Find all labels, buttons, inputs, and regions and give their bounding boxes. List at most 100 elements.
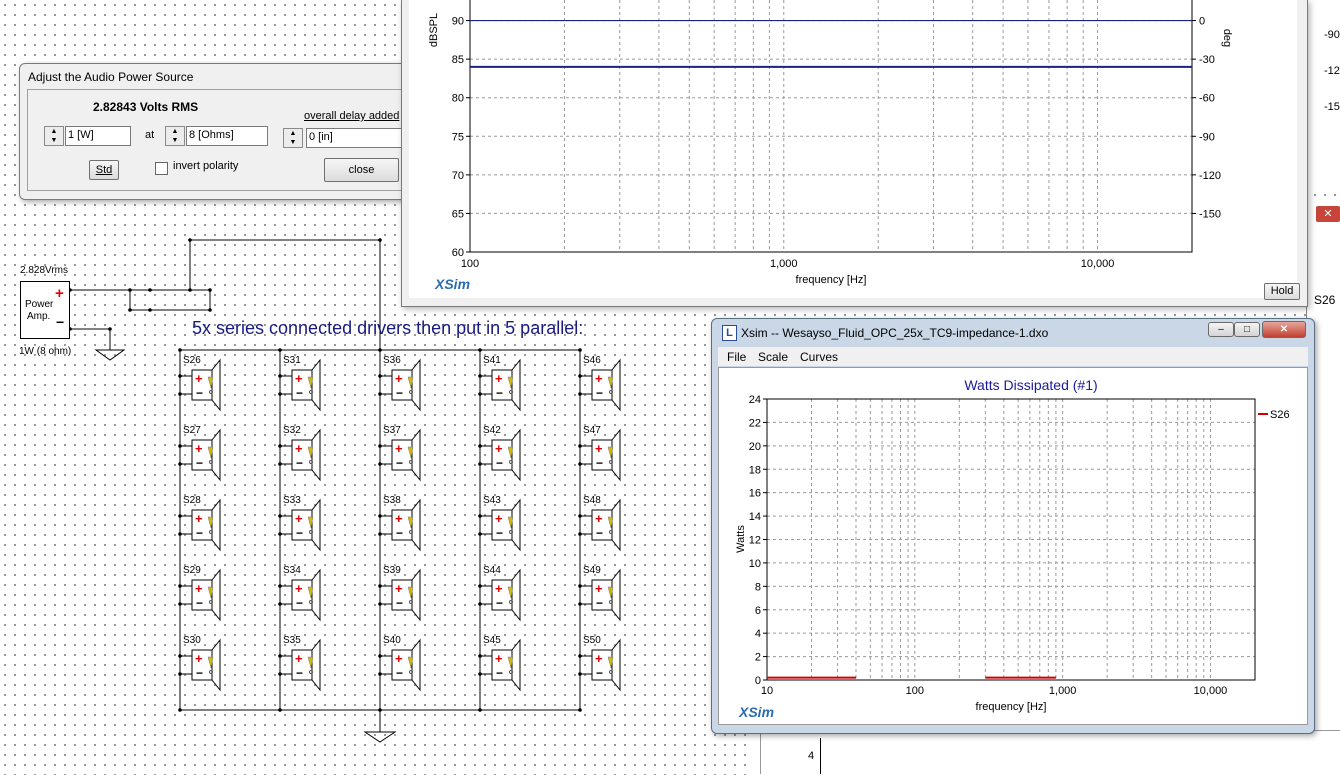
- driver-cone: [611, 638, 621, 692]
- brand-logo: XSim: [738, 704, 774, 720]
- junction-dot: [278, 532, 282, 536]
- driver-cone: [311, 568, 321, 622]
- y2-tick-label: -30: [1199, 54, 1215, 66]
- driver-plus: +: [495, 651, 503, 666]
- power-amp[interactable]: Power Amp. + −: [20, 281, 70, 339]
- amp-label: Power: [25, 299, 54, 310]
- driver-cone: [611, 498, 621, 552]
- junction-dot: [478, 462, 482, 466]
- y-tick-label: 14: [749, 511, 761, 523]
- junction-dot: [378, 514, 382, 518]
- junction-dot: [578, 584, 582, 588]
- driver-minus: −: [596, 526, 603, 540]
- driver-label: S31: [283, 355, 301, 366]
- junction-dot: [378, 602, 382, 606]
- driver-cone: [611, 568, 621, 622]
- driver-minus: −: [496, 666, 503, 680]
- junction-dot: [178, 672, 182, 676]
- driver-plus: +: [295, 371, 303, 386]
- driver-minus: −: [596, 596, 603, 610]
- driver-label: S36: [383, 355, 401, 366]
- close-button[interactable]: close: [324, 158, 399, 182]
- junction-dot: [148, 308, 152, 312]
- junction-dot: [278, 374, 282, 378]
- y-tick-label: 2: [755, 652, 761, 664]
- delay-spinner[interactable]: ▲ ▼: [283, 128, 303, 148]
- junction-dot: [178, 374, 182, 378]
- driver-label: S41: [483, 355, 501, 366]
- junction-dot: [278, 514, 282, 518]
- driver-plus: +: [295, 651, 303, 666]
- junction-dot: [478, 672, 482, 676]
- driver-S29: +−: [191, 568, 221, 622]
- y-tick-label: 4: [755, 628, 761, 640]
- junction-dot: [178, 532, 182, 536]
- driver-S37: +−: [391, 428, 421, 482]
- driver-cone: [211, 638, 221, 692]
- driver-label: S29: [183, 565, 201, 576]
- driver-minus: −: [496, 596, 503, 610]
- power-spinner[interactable]: ▲ ▼: [44, 126, 64, 146]
- driver-S30: +−: [191, 638, 221, 692]
- x-tick-label: 1,000: [1049, 685, 1077, 697]
- junction-dot: [278, 672, 282, 676]
- driver-plus: +: [395, 441, 403, 456]
- driver-minus: −: [496, 386, 503, 400]
- power-input[interactable]: 1 [W]: [65, 126, 131, 146]
- junction-dot: [578, 374, 582, 378]
- ground-symbol: [363, 731, 397, 743]
- amp-minus-terminal: −: [56, 314, 65, 330]
- delay-input[interactable]: 0 [in]: [306, 128, 412, 148]
- driver-label: S28: [183, 495, 201, 506]
- driver-S42: +−: [491, 428, 521, 482]
- x-tick-label: 100: [906, 685, 924, 697]
- driver-S34: +−: [291, 568, 321, 622]
- junction-dot: [578, 672, 582, 676]
- driver-label: S50: [583, 635, 601, 646]
- y-tick-label: 20: [749, 441, 761, 453]
- driver-S38: +−: [391, 498, 421, 552]
- junction-dot: [378, 444, 382, 448]
- driver-cone: [311, 428, 321, 482]
- y-tick-label: 85: [452, 54, 464, 66]
- ohms-input[interactable]: 8 [Ohms]: [186, 126, 268, 146]
- legend-label: S26: [1270, 409, 1290, 421]
- y-tick-label: 80: [452, 93, 464, 105]
- driver-label: S33: [283, 495, 301, 506]
- std-button[interactable]: Std: [89, 160, 119, 180]
- driver-label: S34: [283, 565, 301, 576]
- y-tick-label: 16: [749, 488, 761, 500]
- driver-S44: +−: [491, 568, 521, 622]
- driver-label: S39: [383, 565, 401, 576]
- y-tick-label: 24: [749, 394, 761, 406]
- background-close-button[interactable]: ✕: [1316, 206, 1340, 222]
- invert-polarity-checkbox[interactable]: [155, 162, 168, 175]
- driver-minus: −: [296, 666, 303, 680]
- driver-cone: [311, 638, 321, 692]
- junction-dot: [278, 462, 282, 466]
- driver-label: S49: [583, 565, 601, 576]
- driver-cone: [411, 428, 421, 482]
- driver-cone: [511, 358, 521, 412]
- y2-tick-label: 0: [1199, 16, 1205, 28]
- y2-tick-label: -90: [1199, 131, 1215, 143]
- driver-plus: +: [295, 511, 303, 526]
- plot-frame: [469, 0, 1193, 253]
- driver-plus: +: [195, 581, 203, 596]
- driver-plus: +: [595, 511, 603, 526]
- hold-button[interactable]: Hold: [1264, 283, 1300, 300]
- ohms-spinner[interactable]: ▲ ▼: [165, 126, 185, 146]
- driver-plus: +: [195, 511, 203, 526]
- junction-dot: [208, 288, 212, 292]
- junction-dot: [578, 532, 582, 536]
- driver-S26: +−: [191, 358, 221, 412]
- driver-plus: +: [295, 581, 303, 596]
- right-tick: -90: [1324, 29, 1340, 41]
- driver-plus: +: [595, 581, 603, 596]
- source-voltage-label: 2.828Vrms: [20, 265, 68, 276]
- driver-plus: +: [495, 371, 503, 386]
- driver-S50: +−: [591, 638, 621, 692]
- y-tick-label: 75: [452, 131, 464, 143]
- background-lower-axis: [820, 738, 821, 774]
- chart-title: Watts Dissipated (#1): [964, 377, 1097, 393]
